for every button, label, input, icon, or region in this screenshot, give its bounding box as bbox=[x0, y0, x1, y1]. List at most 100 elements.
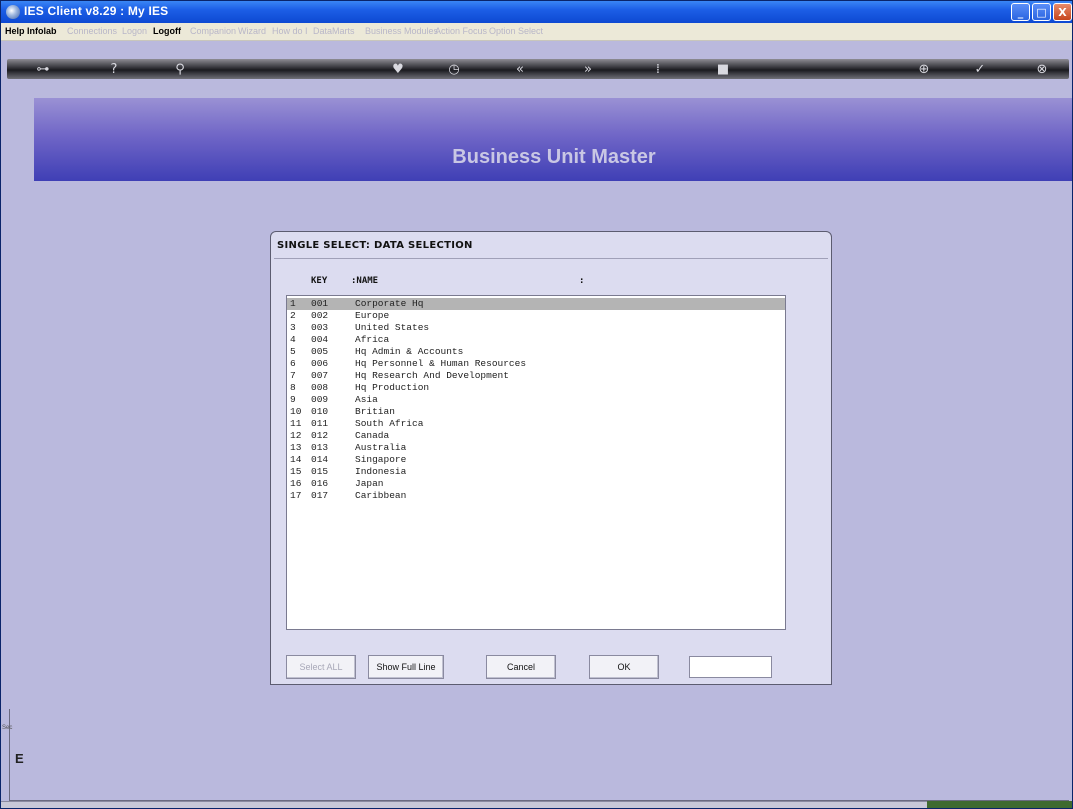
app-logo-icon bbox=[6, 5, 20, 19]
menu-business-modules[interactable]: Business Modules bbox=[365, 26, 438, 36]
row-index: 9 bbox=[290, 394, 296, 405]
list-item[interactable]: 12 012 Canada bbox=[287, 430, 785, 442]
maximize-button[interactable]: □ bbox=[1032, 3, 1051, 21]
close-icon[interactable]: ⊗ bbox=[1031, 59, 1053, 79]
row-name: Canada bbox=[355, 430, 390, 441]
list-item[interactable]: 7 007 Hq Research And Development bbox=[287, 370, 785, 382]
row-key: 010 bbox=[311, 406, 329, 417]
list-item[interactable]: 15 015 Indonesia bbox=[287, 466, 785, 478]
row-name: Australia bbox=[355, 442, 407, 453]
row-index: 7 bbox=[290, 370, 296, 381]
row-index: 1 bbox=[290, 298, 296, 309]
cancel-button[interactable]: Cancel bbox=[486, 655, 556, 679]
side-label: Sec bbox=[2, 725, 13, 731]
column-header-name: :NAME bbox=[351, 276, 379, 286]
row-name: United States bbox=[355, 322, 430, 333]
row-name: Corporate Hq bbox=[355, 298, 424, 309]
row-name: Asia bbox=[355, 394, 378, 405]
list-item[interactable]: 4 004 Africa bbox=[287, 334, 785, 346]
menu-option-select[interactable]: Option Select bbox=[489, 26, 543, 36]
toolbar: ⊶ ? ⚲ ♥ ◷ « » ⁞ ■ ⊕ ✓ ⊗ bbox=[7, 43, 1069, 97]
list-item[interactable]: 6 006 Hq Personnel & Human Resources bbox=[287, 358, 785, 370]
rewind-icon[interactable]: « bbox=[509, 59, 531, 79]
list-item[interactable]: 17 017 Caribbean bbox=[287, 490, 785, 502]
row-key: 009 bbox=[311, 394, 329, 405]
column-header-key: KEY bbox=[311, 276, 328, 286]
menu-wizard[interactable]: Wizard bbox=[238, 26, 266, 36]
minimize-button[interactable]: _ bbox=[1011, 3, 1030, 21]
show-full-line-button[interactable]: Show Full Line bbox=[368, 655, 444, 679]
row-index: 6 bbox=[290, 358, 296, 369]
list-item[interactable]: 2 002 Europe bbox=[287, 310, 785, 322]
forward-icon[interactable]: » bbox=[577, 59, 599, 79]
row-name: Indonesia bbox=[355, 466, 407, 477]
close-window-button[interactable]: X bbox=[1053, 3, 1072, 21]
menu-how-do-i[interactable]: How do I bbox=[272, 26, 308, 36]
list-item[interactable]: 1 001 Corporate Hq bbox=[287, 298, 785, 310]
row-index: 16 bbox=[290, 478, 302, 489]
selection-list[interactable]: 1 001 Corporate Hq 2 002 Europe 3 003 United Sta… bbox=[286, 295, 786, 630]
menu-action-focus[interactable]: Action Focus bbox=[435, 26, 487, 36]
list-item[interactable]: 11 011 South Africa bbox=[287, 418, 785, 430]
menu-logon[interactable]: Logon bbox=[122, 26, 147, 36]
app-window: IES Client v8.29 : My IES _ □ X Help Inf… bbox=[0, 0, 1073, 809]
title-bar[interactable]: IES Client v8.29 : My IES _ □ X bbox=[1, 1, 1072, 23]
row-key: 015 bbox=[311, 466, 329, 477]
list-item[interactable]: 14 014 Singapore bbox=[287, 454, 785, 466]
row-key: 012 bbox=[311, 430, 329, 441]
row-key: 003 bbox=[311, 322, 329, 333]
key-icon[interactable]: ⊶ bbox=[23, 59, 63, 79]
row-key: 011 bbox=[311, 418, 329, 429]
row-index: 11 bbox=[290, 418, 302, 429]
row-key: 002 bbox=[311, 310, 329, 321]
row-name: Europe bbox=[355, 310, 390, 321]
heart-icon[interactable]: ♥ bbox=[387, 59, 409, 79]
row-key: 016 bbox=[311, 478, 329, 489]
row-key: 014 bbox=[311, 454, 329, 465]
row-index: 14 bbox=[290, 454, 302, 465]
search-icon[interactable]: ⚲ bbox=[169, 59, 191, 79]
menu-companion[interactable]: Companion bbox=[190, 26, 236, 36]
add-icon[interactable]: ⊕ bbox=[913, 59, 935, 79]
side-doc-icon[interactable]: E bbox=[15, 751, 24, 766]
row-index: 4 bbox=[290, 334, 296, 345]
menu-infolab[interactable]: Infolab bbox=[27, 26, 57, 36]
stop-icon[interactable]: ■ bbox=[712, 59, 734, 79]
menu-connections[interactable]: Connections bbox=[67, 26, 117, 36]
check-icon[interactable]: ✓ bbox=[969, 59, 991, 79]
menu-help[interactable]: Help bbox=[5, 26, 25, 36]
status-indicator bbox=[927, 801, 1072, 808]
clock-icon[interactable]: ◷ bbox=[443, 59, 465, 79]
columns-icon[interactable]: ⁞ bbox=[647, 59, 669, 79]
list-item[interactable]: 9 009 Asia bbox=[287, 394, 785, 406]
help-icon[interactable]: ? bbox=[103, 59, 125, 79]
list-item[interactable]: 13 013 Australia bbox=[287, 442, 785, 454]
row-name: Hq Personnel & Human Resources bbox=[355, 358, 527, 369]
row-index: 10 bbox=[290, 406, 302, 417]
bottom-panel bbox=[9, 709, 1069, 801]
column-header-extra: : bbox=[579, 276, 585, 286]
row-key: 013 bbox=[311, 442, 329, 453]
window-title: IES Client v8.29 : My IES bbox=[24, 4, 169, 18]
data-selection-dialog: SINGLE SELECT: DATA SELECTION KEY :NAME … bbox=[270, 231, 832, 685]
select-all-button[interactable]: Select ALL bbox=[286, 655, 356, 679]
ok-button[interactable]: OK bbox=[589, 655, 659, 679]
page-title: Business Unit Master bbox=[452, 146, 656, 168]
row-index: 12 bbox=[290, 430, 302, 441]
list-item[interactable]: 8 008 Hq Production bbox=[287, 382, 785, 394]
menu-datamarts[interactable]: DataMarts bbox=[313, 26, 355, 36]
list-item[interactable]: 5 005 Hq Admin & Accounts bbox=[287, 346, 785, 358]
menu-logoff[interactable]: Logoff bbox=[153, 26, 181, 36]
row-index: 15 bbox=[290, 466, 302, 477]
row-key: 005 bbox=[311, 346, 329, 357]
list-item[interactable]: 10 010 Britian bbox=[287, 406, 785, 418]
row-index: 2 bbox=[290, 310, 296, 321]
list-item[interactable]: 16 016 Japan bbox=[287, 478, 785, 490]
row-index: 8 bbox=[290, 382, 296, 393]
row-index: 5 bbox=[290, 346, 296, 357]
row-key: 001 bbox=[311, 298, 329, 309]
menu-bar: Help Infolab Connections Logon Logoff Co… bbox=[1, 23, 1072, 41]
row-key: 007 bbox=[311, 370, 329, 381]
filter-input[interactable] bbox=[689, 656, 772, 678]
list-item[interactable]: 3 003 United States bbox=[287, 322, 785, 334]
